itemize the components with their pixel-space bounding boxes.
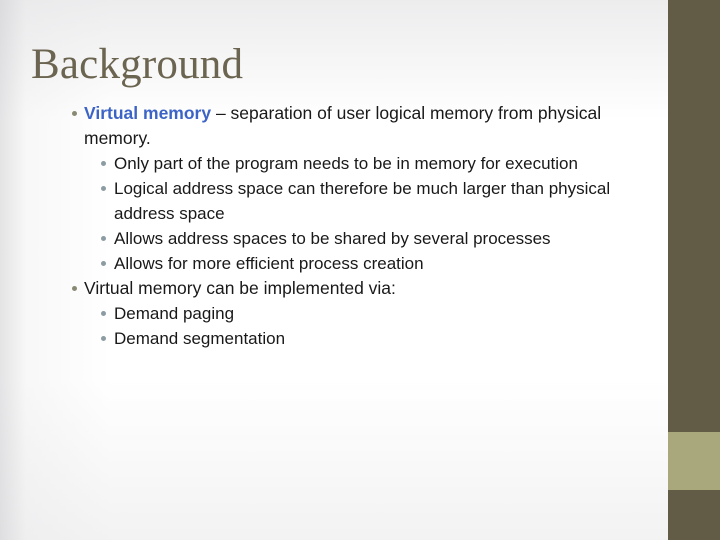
bullet-row: Virtual memory can be implemented via: bbox=[0, 276, 668, 301]
bullet-row: Demand segmentation bbox=[0, 326, 668, 351]
slide: Background Virtual memory – separation o… bbox=[0, 0, 720, 540]
bullet-text: Logical address space can therefore be m… bbox=[114, 179, 611, 223]
bullet-dot-icon bbox=[72, 111, 77, 116]
list-item: Allows address spaces to be shared by se… bbox=[0, 226, 668, 251]
bullet-list-level1: Virtual memory – separation of user logi… bbox=[0, 101, 668, 351]
bullet-row: Allows address spaces to be shared by se… bbox=[0, 226, 668, 251]
list-item: Demand paging bbox=[0, 301, 668, 326]
list-item: Virtual memory can be implemented via: D… bbox=[0, 276, 668, 351]
bullet-dot-icon bbox=[101, 261, 106, 266]
list-item: Allows for more efficient process creati… bbox=[0, 251, 668, 276]
bullet-text: Allows for more efficient process creati… bbox=[114, 254, 424, 273]
bullet-dot-icon bbox=[101, 336, 106, 341]
slide-title: Background bbox=[31, 41, 244, 88]
list-item: Demand segmentation bbox=[0, 326, 668, 351]
bullet-dot-icon bbox=[101, 161, 106, 166]
bullet-row: Allows for more efficient process creati… bbox=[0, 251, 668, 276]
bullet-list-level2: Demand paging Demand segmentation bbox=[0, 301, 668, 351]
bullet-text: Demand segmentation bbox=[114, 329, 286, 348]
bullet-dot-icon bbox=[101, 186, 106, 191]
slide-body: Virtual memory – separation of user logi… bbox=[0, 101, 668, 351]
bullet-text: Only part of the program needs to be in … bbox=[114, 154, 578, 173]
bullet-list-level2: Only part of the program needs to be in … bbox=[0, 151, 668, 276]
bullet-text: Demand paging bbox=[114, 304, 235, 323]
right-band-accent-block bbox=[668, 432, 720, 490]
list-item: Only part of the program needs to be in … bbox=[0, 151, 668, 176]
bullet-text: Allows address spaces to be shared by se… bbox=[114, 229, 551, 248]
bullet-row: Logical address space can therefore be m… bbox=[0, 176, 668, 226]
bullet-row: Virtual memory – separation of user logi… bbox=[0, 101, 668, 151]
bullet-text: Virtual memory can be implemented via: bbox=[84, 278, 396, 298]
list-item: Logical address space can therefore be m… bbox=[0, 176, 668, 226]
bullet-dot-icon bbox=[101, 311, 106, 316]
bullet-row: Only part of the program needs to be in … bbox=[0, 151, 668, 176]
bullet-keyword: Virtual memory bbox=[84, 103, 212, 123]
bullet-dot-icon bbox=[72, 286, 77, 291]
list-item: Virtual memory – separation of user logi… bbox=[0, 101, 668, 276]
bullet-row: Demand paging bbox=[0, 301, 668, 326]
bullet-dot-icon bbox=[101, 236, 106, 241]
